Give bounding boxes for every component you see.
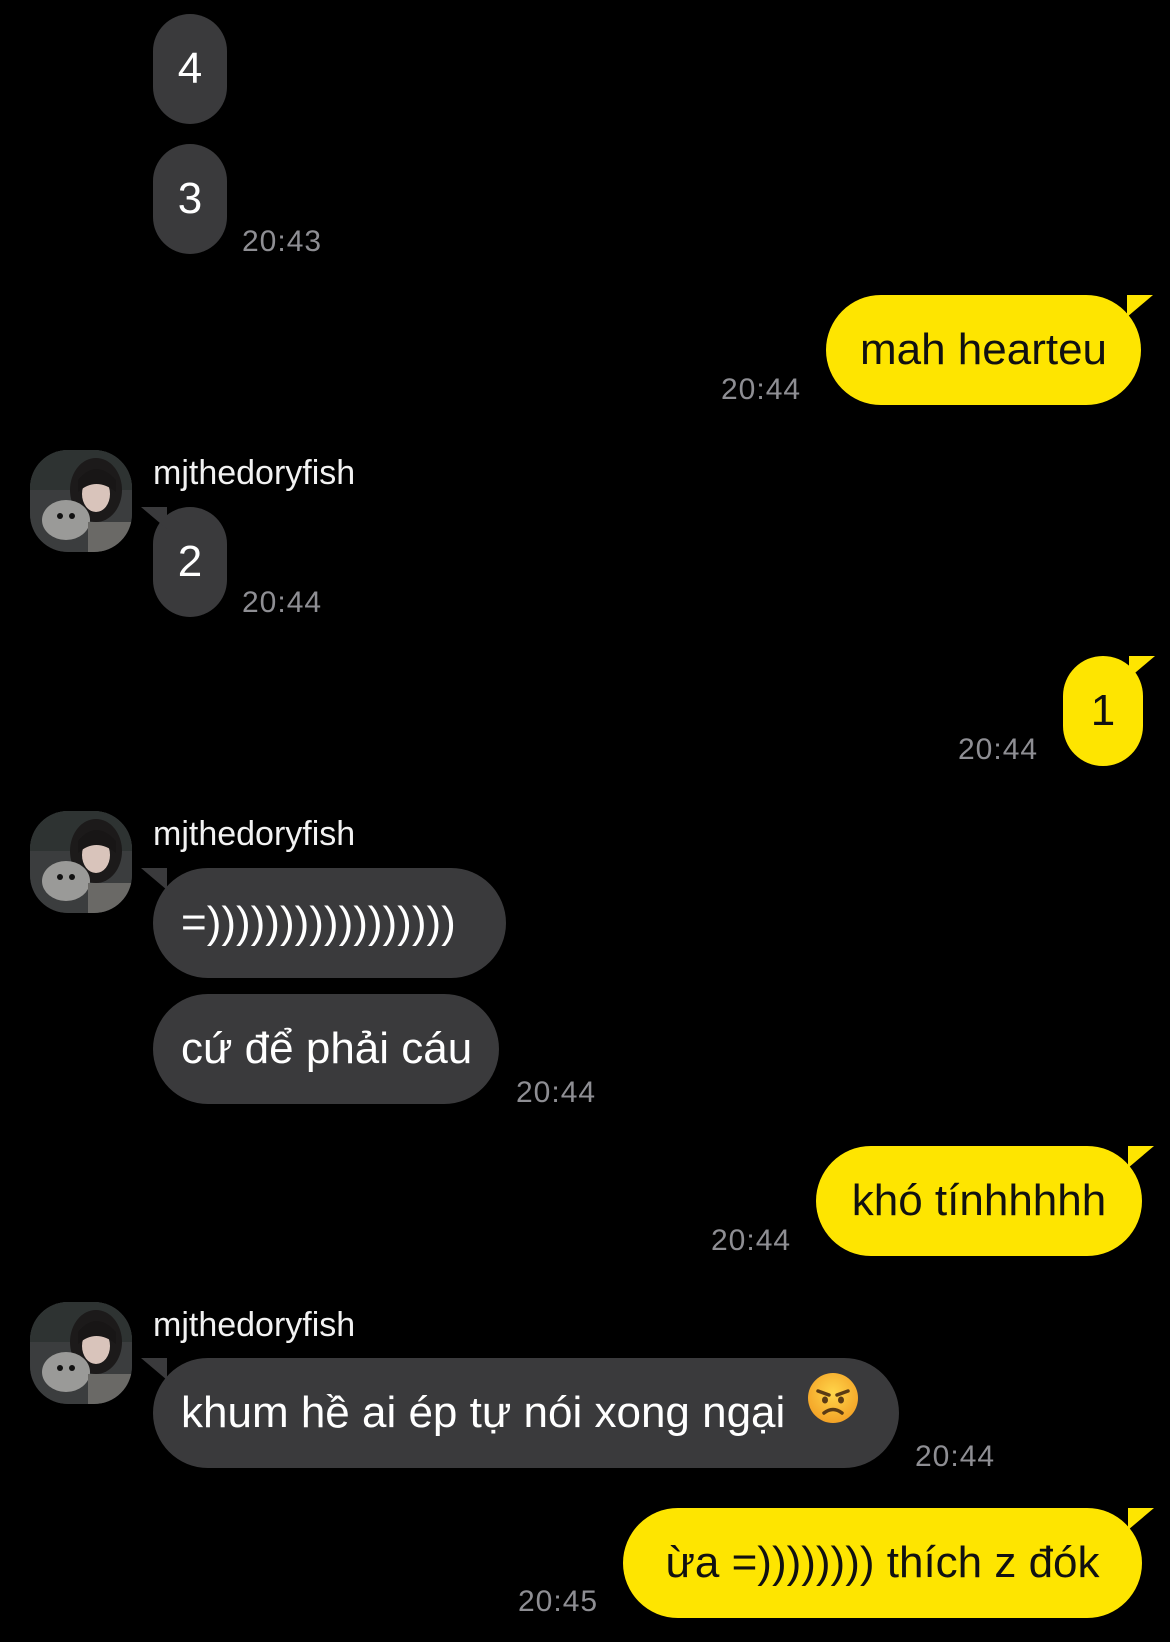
outgoing-message-bubble[interactable]: ừa =)))))))) thích z đók: [623, 1508, 1154, 1618]
message-text: khó tínhhhhh: [851, 1176, 1107, 1225]
outgoing-message-bubble[interactable]: 1: [1063, 656, 1155, 766]
outgoing-message-bubble[interactable]: khó tínhhhhh: [816, 1146, 1154, 1256]
message-text: 2: [177, 537, 203, 586]
message-timestamp: 20:44: [915, 1440, 996, 1473]
message-text: 4: [177, 44, 203, 93]
bubble-tail: [1129, 656, 1155, 678]
bubble-tail: [1128, 1146, 1154, 1168]
message-text: cứ để phải cáu: [181, 1024, 473, 1073]
bubble-tail: [1127, 295, 1153, 317]
bubble-tail: [141, 1358, 167, 1380]
angry-face-icon: [806, 1356, 860, 1466]
message-text: 3: [177, 174, 203, 223]
message-timestamp: 20:45: [518, 1585, 599, 1618]
outgoing-message-bubble[interactable]: mah hearteu: [826, 295, 1153, 405]
avatar[interactable]: [30, 450, 132, 552]
bubble-tail: [141, 507, 167, 529]
sender-name: mjthedoryfish: [153, 1306, 356, 1344]
incoming-message-bubble[interactable]: 2: [141, 507, 227, 617]
message-text: =))))))))))))))))): [181, 898, 456, 947]
message-timestamp: 20:44: [516, 1076, 597, 1109]
avatar[interactable]: [30, 1302, 132, 1404]
avatar[interactable]: [30, 811, 132, 913]
bubble-tail: [141, 868, 167, 890]
message-timestamp: 20:44: [721, 373, 802, 406]
message-text: ừa =)))))))) thích z đók: [665, 1538, 1100, 1587]
sender-name: mjthedoryfish: [153, 454, 356, 492]
message-timestamp: 20:44: [242, 586, 323, 619]
message-timestamp: 20:44: [958, 733, 1039, 766]
incoming-message-bubble[interactable]: 4: [153, 14, 227, 124]
incoming-message-bubble[interactable]: 3: [153, 144, 227, 254]
incoming-message-bubble[interactable]: =))))))))))))))))): [141, 868, 506, 978]
message-text: mah hearteu: [859, 325, 1108, 374]
incoming-message-bubble[interactable]: khum hề ai ép tự nói xong ngại: [141, 1356, 899, 1468]
sender-name: mjthedoryfish: [153, 815, 356, 853]
message-timestamp: 20:43: [242, 225, 323, 258]
bubble-tail: [1128, 1508, 1154, 1530]
message-timestamp: 20:44: [711, 1224, 792, 1257]
message-text: khum hề ai ép tự nói xong ngại: [181, 1388, 786, 1437]
message-text: 1: [1090, 686, 1116, 735]
incoming-message-bubble[interactable]: cứ để phải cáu: [153, 994, 499, 1104]
